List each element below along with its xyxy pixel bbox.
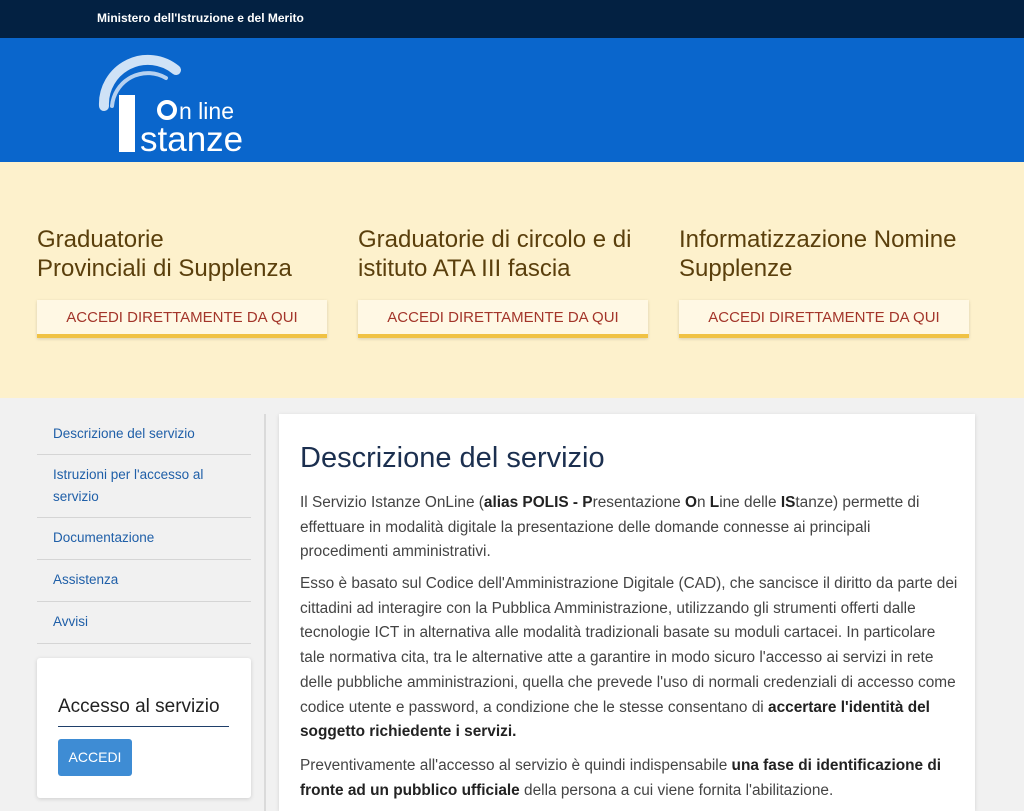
description-paragraph-2: Esso è basato sul Codice dell'Amministra… (300, 575, 958, 741)
svg-text:stanze: stanze (140, 120, 243, 158)
access-divider (58, 726, 229, 727)
accedi-nomine-button[interactable]: ACCEDI DIRETTAMENTE DA QUI (679, 300, 969, 338)
main-content: Descrizione del servizio Il Servizio Ist… (279, 414, 975, 811)
description-paragraph-1: Il Servizio Istanze OnLine (alias POLIS … (300, 494, 920, 561)
column-divider (264, 414, 266, 811)
logo-icon: n line stanze (98, 54, 243, 159)
top-bar: Ministero dell'Istruzione e del Merito (0, 0, 1024, 38)
sidebar-item-assistenza[interactable]: Assistenza (37, 560, 251, 602)
accedi-button[interactable]: ACCEDI (58, 739, 132, 776)
access-box: Accesso al servizio ACCEDI (37, 658, 251, 798)
card-title: Informatizzazione Nomine Supplenze (679, 226, 957, 282)
accedi-gps-button[interactable]: ACCEDI DIRETTAMENTE DA QUI (37, 300, 327, 338)
card-ata: Graduatorie di circolo e di istituto ATA … (358, 225, 650, 338)
accedi-ata-button[interactable]: ACCEDI DIRETTAMENTE DA QUI (358, 300, 648, 338)
card-nomine: Informatizzazione Nomine Supplenze ACCEDI… (679, 225, 971, 338)
page-title: Descrizione del servizio (300, 442, 605, 474)
description-paragraph-3: Preventivamente all'accesso al servizio … (300, 757, 942, 799)
sidebar-item-istruzioni[interactable]: Istruzioni per l'accesso al servizio (37, 455, 251, 518)
card-title: Graduatorie di circolo e di istituto ATA … (358, 226, 632, 282)
sidebar-item-avvisi[interactable]: Avvisi (37, 602, 251, 644)
ministry-name: Ministero dell'Istruzione e del Merito (97, 11, 304, 25)
sidebar-item-descrizione[interactable]: Descrizione del servizio (37, 414, 251, 455)
site-header: n line stanze (0, 38, 1024, 162)
card-gps: Graduatorie Provinciali di Supplenza ACCE… (37, 225, 329, 338)
sidebar-item-documentazione[interactable]: Documentazione (37, 518, 251, 560)
sidebar-nav: Descrizione del servizio Istruzioni per … (37, 414, 251, 644)
card-title: Graduatorie Provinciali di Supplenza (37, 226, 292, 282)
access-title: Accesso al servizio (58, 696, 220, 717)
istanze-online-logo[interactable]: n line stanze (86, 48, 286, 159)
